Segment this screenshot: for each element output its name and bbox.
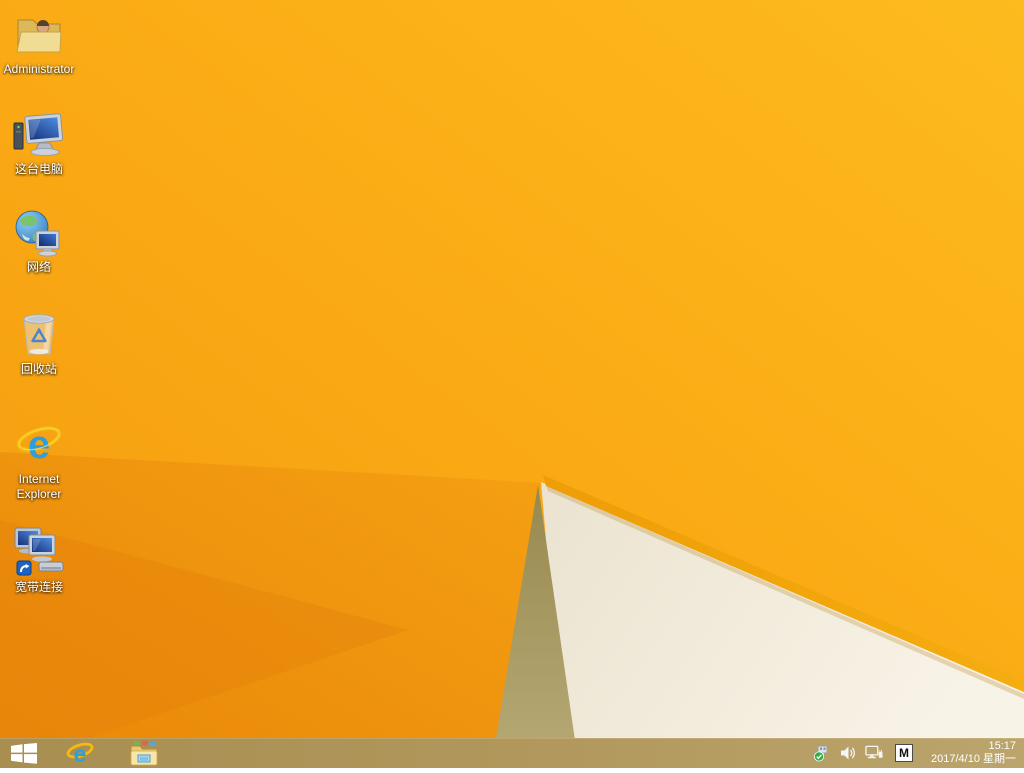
desktop-icon-this-pc[interactable]: 这台电脑 [1, 108, 77, 177]
desktop-icon-internet-explorer[interactable]: e Internet Explorer [1, 418, 77, 502]
desktop-icon-label: Administrator [3, 62, 75, 76]
safely-remove-hardware-icon[interactable] [813, 744, 831, 762]
clock-time: 15:17 [988, 740, 1016, 752]
wallpaper-art [0, 0, 1024, 768]
system-tray: M 15:17 2017/4/10 星期一 [813, 738, 1024, 768]
ime-mode-label: M [899, 746, 909, 760]
volume-icon[interactable] [839, 744, 857, 762]
desktop-icon-label: Internet Explorer [16, 472, 62, 501]
desktop-icon-administrator[interactable]: Administrator [1, 8, 77, 77]
desktop-icon-label: 回收站 [20, 362, 57, 376]
clock-date: 2017/4/10 星期一 [931, 753, 1016, 765]
taskbar-clock[interactable]: 15:17 2017/4/10 星期一 [925, 740, 1016, 766]
ie-icon: e [1, 418, 77, 470]
ime-indicator[interactable]: M [895, 744, 913, 762]
desktop[interactable]: Administrator 这台电脑 网络 回收站 e Internet Exp… [0, 0, 1024, 768]
desktop-icon-label: 这台电脑 [14, 162, 63, 176]
ie-icon: e [66, 741, 94, 767]
taskbar-file-explorer-button[interactable] [122, 738, 166, 768]
wallpaper[interactable] [0, 0, 1024, 768]
taskbar-internet-explorer-button[interactable]: e [58, 738, 102, 768]
desktop-icon-label: 网络 [26, 260, 51, 274]
taskbar: e M 15:17 2017/4/10 星期一 [0, 738, 1024, 768]
dialup-monitors-icon [1, 526, 77, 578]
desktop-icon-network[interactable]: 网络 [1, 206, 77, 275]
start-button[interactable] [0, 738, 48, 768]
folder-icon [130, 740, 158, 765]
globe-monitor-icon [1, 206, 77, 258]
recycle-bin-icon [1, 308, 77, 360]
svg-text:e: e [74, 741, 87, 767]
computer-icon [1, 108, 77, 160]
desktop-icon-label: 宽带连接 [14, 580, 63, 594]
user-folder-icon [1, 8, 77, 60]
desktop-icon-recycle-bin[interactable]: 回收站 [1, 308, 77, 377]
desktop-icon-broadband[interactable]: 宽带连接 [1, 526, 77, 595]
windows-logo-icon [11, 742, 37, 764]
network-status-icon[interactable] [865, 744, 883, 762]
